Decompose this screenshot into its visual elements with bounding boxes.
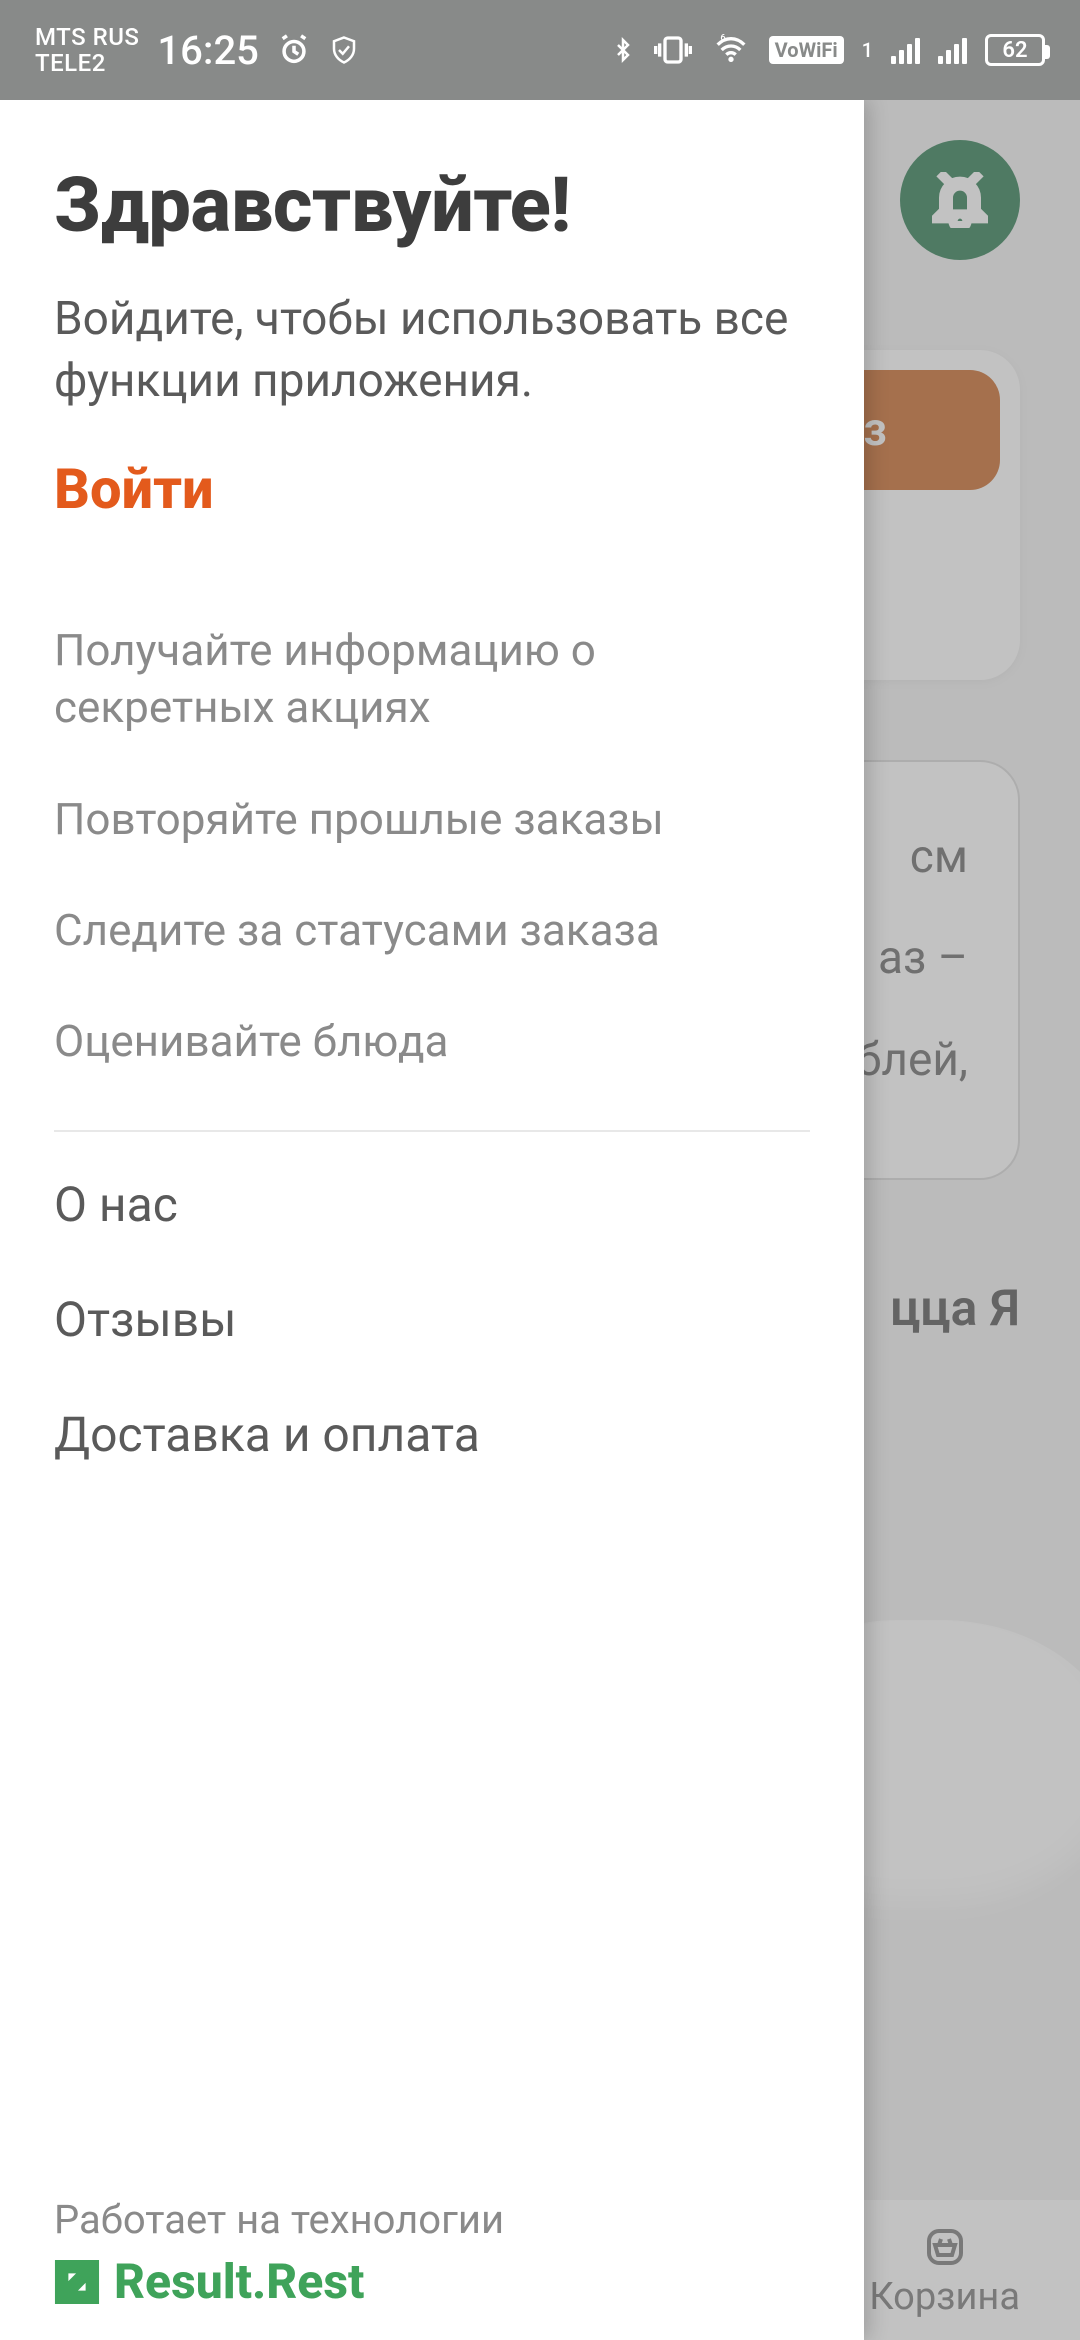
status-right: 6 VoWiFi 1 62 <box>611 32 1045 68</box>
brand-logo-icon <box>54 2259 100 2305</box>
battery-indicator: 62 <box>985 34 1045 66</box>
brand-row[interactable]: Result.Rest <box>54 2253 810 2310</box>
battery-percent: 62 <box>1002 38 1027 63</box>
link-about[interactable]: О нас <box>54 1176 810 1233</box>
alarm-icon <box>277 33 311 67</box>
status-left: MTS RUS TELE2 16:25 <box>35 24 359 77</box>
wifi-icon: 6 <box>711 34 751 66</box>
vibrate-icon <box>653 34 693 66</box>
carrier-labels: MTS RUS TELE2 <box>35 24 139 77</box>
link-delivery-payment[interactable]: Доставка и оплата <box>54 1406 810 1463</box>
drawer-title: Здравствуйте! <box>54 160 810 250</box>
login-link[interactable]: Войти <box>54 456 810 522</box>
signal-bars-1 <box>891 36 920 64</box>
dual-sim-index: 1 <box>862 38 873 62</box>
status-bar: MTS RUS TELE2 16:25 6 VoWiFi 1 62 <box>0 0 1080 100</box>
brand-name: Result.Rest <box>114 2253 364 2310</box>
carrier-1: MTS RUS <box>35 24 139 50</box>
drawer-subtitle: Войдите, чтобы использовать все функции … <box>54 288 810 412</box>
feature-item-rate-dishes: Оценивайте блюда <box>54 1013 810 1070</box>
svg-text:6: 6 <box>720 34 725 44</box>
signal-bars-2 <box>938 36 967 64</box>
powered-by-label: Работает на технологии <box>54 2196 810 2243</box>
link-reviews[interactable]: Отзывы <box>54 1291 810 1348</box>
feature-item-repeat-orders: Повторяйте прошлые заказы <box>54 791 810 848</box>
feature-item-secret-promos: Получайте информацию о секретных акциях <box>54 622 810 736</box>
feature-item-track-status: Следите за статусами заказа <box>54 902 810 959</box>
carrier-2: TELE2 <box>35 50 139 76</box>
drawer-links: О нас Отзывы Доставка и оплата <box>54 1176 810 1463</box>
divider <box>54 1130 810 1132</box>
vowifi-badge: VoWiFi <box>769 36 844 64</box>
bluetooth-icon <box>611 32 635 68</box>
clock: 16:25 <box>157 27 258 74</box>
side-drawer: Здравствуйте! Войдите, чтобы использоват… <box>0 100 864 2340</box>
shield-check-icon <box>329 33 359 67</box>
feature-list: Получайте информацию о секретных акциях … <box>54 622 810 1070</box>
